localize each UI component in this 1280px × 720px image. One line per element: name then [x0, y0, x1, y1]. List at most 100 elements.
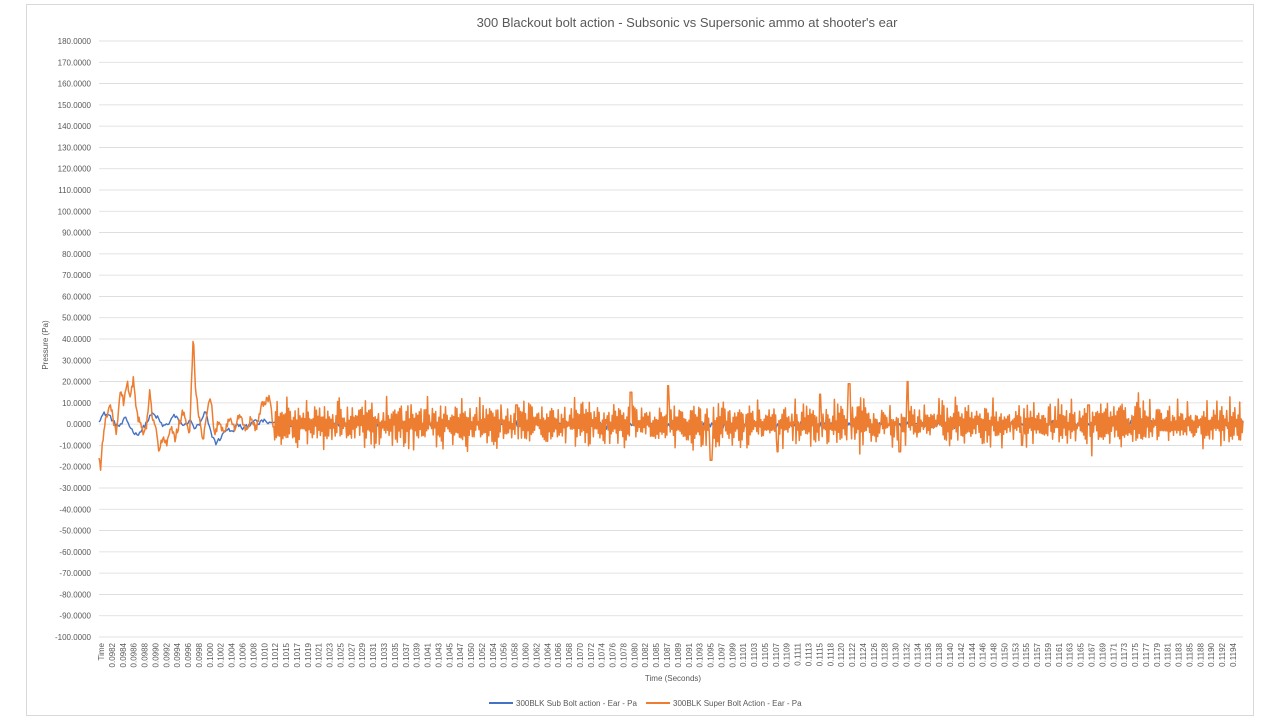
x-tick-label: 0.1188 [1196, 642, 1205, 666]
y-tick-label: 90.0000 [62, 229, 91, 238]
line-chart: 300 Blackout bolt action - Subsonic vs S… [41, 15, 1244, 708]
x-tick-label: 0.1027 [347, 642, 356, 667]
y-axis-title: Pressure (Pa) [41, 320, 50, 370]
x-tick-label: 0.1111 [794, 642, 803, 665]
y-tick-label: -40.0000 [59, 505, 91, 514]
y-tick-label: -10.0000 [59, 441, 91, 450]
y-tick-label: -30.0000 [59, 484, 91, 493]
x-tick-label: 0.1163 [1066, 642, 1075, 666]
x-tick-label: 0.1192 [1218, 642, 1227, 666]
x-tick-label: 0.1124 [859, 642, 868, 666]
y-tick-label: 170.0000 [58, 58, 92, 67]
x-tick-label: 0.1194 [1229, 642, 1238, 666]
x-tick-label: 0.1054 [489, 642, 498, 667]
x-tick-label: 0.1037 [402, 642, 411, 667]
x-tick-label: 0.1107 [772, 642, 781, 666]
x-tick-label: 0.0982 [108, 642, 117, 667]
y-tick-label: 30.0000 [62, 356, 91, 365]
x-tick-label: 0.1140 [946, 642, 955, 666]
x-tick-label: 0.1010 [260, 642, 269, 667]
y-tick-label: 140.0000 [58, 122, 92, 131]
x-tick-label: 0.1159 [1044, 642, 1053, 666]
x-tick-label: 0.1019 [304, 642, 313, 667]
y-tick-label: 10.0000 [62, 399, 91, 408]
y-tick-label: -60.0000 [59, 548, 91, 557]
x-tick-label: 0.0988 [141, 642, 150, 667]
y-tick-label: 70.0000 [62, 271, 91, 280]
x-tick-label: 0.1056 [500, 642, 509, 667]
x-tick-label: 0.1130 [892, 642, 901, 666]
x-tick-label: 0.1087 [663, 642, 672, 667]
x-tick-label: 0.1144 [968, 642, 977, 666]
series-lines [98, 340, 1244, 471]
x-tick-label: 0.1093 [696, 642, 705, 667]
y-tick-label: 60.0000 [62, 292, 91, 301]
x-tick-label: 0.1097 [717, 642, 726, 667]
x-tick-label: 0.1190 [1207, 642, 1216, 666]
x-tick-label: 0.1169 [1098, 642, 1107, 666]
y-axis-ticks: 180.0000 170.0000 160.0000 150.0000 140.0000… [55, 37, 92, 642]
y-tick-label: 0.0000 [67, 420, 92, 429]
x-tick-label: 0.1050 [467, 642, 476, 667]
x-tick-label: 0.1177 [1142, 642, 1151, 666]
x-tick-label: 0.1025 [336, 642, 345, 667]
x-tick-label: 0.1134 [913, 642, 922, 666]
x-tick-label: 0.1072 [587, 642, 596, 667]
x-tick-label: 0.1017 [293, 642, 302, 667]
x-tick-label: 0.1008 [249, 642, 258, 667]
x-tick-label: 0.1142 [957, 642, 966, 666]
x-tick-label: 0.1058 [511, 642, 520, 667]
x-tick-label: 0.1029 [358, 642, 367, 667]
x-tick-label: 0.0992 [162, 642, 171, 667]
x-tick-label: 0.1004 [228, 642, 237, 667]
y-tick-label: -90.0000 [59, 612, 91, 621]
x-tick-label: 0.1120 [837, 642, 846, 666]
x-tick-label: 0.1080 [630, 642, 639, 667]
x-tick-label: 0.1076 [609, 642, 618, 667]
x-tick-label: 0.1052 [478, 642, 487, 667]
series-line-super [98, 340, 1244, 471]
x-tick-label: 0.1118 [826, 642, 835, 666]
x-tick-label: 0.1171 [1109, 642, 1118, 666]
x-tick-label: 0.1031 [369, 642, 378, 667]
x-tick-label: 0.1015 [282, 642, 291, 667]
x-tick-label: 0.0994 [173, 642, 182, 667]
x-tick-label: 0.0986 [130, 642, 139, 667]
y-tick-label: 40.0000 [62, 335, 91, 344]
y-tick-label: 110.0000 [58, 186, 91, 195]
x-tick-label: 0.1000 [206, 642, 215, 667]
x-tick-label: 0.1109 [783, 642, 792, 666]
x-tick-label: 0.1136 [924, 642, 933, 666]
x-tick-label: 0.1181 [1164, 642, 1173, 666]
x-tick-label: 0.1066 [554, 642, 563, 667]
y-tick-label: -20.0000 [59, 463, 91, 472]
x-tick-label: Time [97, 642, 106, 660]
x-tick-label: 0.1074 [598, 642, 607, 667]
x-tick-label: 0.1113 [805, 642, 814, 666]
x-tick-label: 0.1035 [391, 642, 400, 667]
x-tick-label: 0.1089 [674, 642, 683, 667]
legend-label-super: 300BLK Super Bolt Action - Ear - Pa [673, 699, 802, 708]
x-tick-label: 0.1161 [1055, 642, 1064, 666]
x-tick-label: 0.1101 [739, 642, 748, 666]
x-tick-label: 0.1128 [881, 642, 890, 666]
x-tick-label: 0.1095 [707, 642, 716, 667]
x-tick-label: 0.1126 [870, 642, 879, 666]
x-tick-label: 0.1105 [761, 642, 770, 666]
y-tick-label: 130.0000 [58, 143, 92, 152]
x-tick-label: 0.1078 [619, 642, 628, 667]
x-tick-label: 0.1062 [532, 642, 541, 667]
y-tick-label: 160.0000 [58, 80, 92, 89]
chart-title: 300 Blackout bolt action - Subsonic vs S… [477, 15, 899, 30]
y-tick-label: 150.0000 [58, 101, 92, 110]
x-tick-label: 0.1132 [902, 642, 911, 666]
x-tick-label: 0.1045 [445, 642, 454, 667]
x-tick-label: 0.1060 [522, 642, 531, 667]
x-tick-label: 0.1085 [652, 642, 661, 667]
x-tick-label: 0.1157 [1033, 642, 1042, 666]
x-tick-label: 0.1167 [1088, 642, 1097, 666]
y-tick-label: 50.0000 [62, 314, 91, 323]
x-tick-label: 0.1070 [576, 642, 585, 667]
x-tick-label: 0.1033 [380, 642, 389, 667]
x-tick-label: 0.1183 [1175, 642, 1184, 666]
